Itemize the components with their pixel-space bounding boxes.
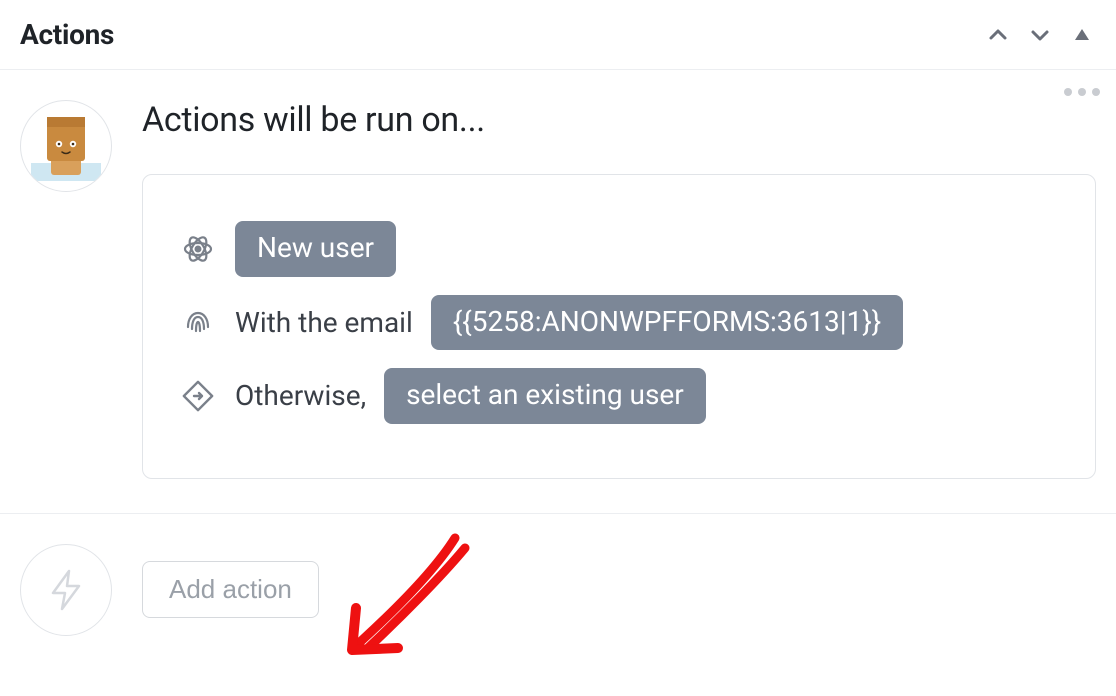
header-title: Actions [20, 18, 114, 51]
trigger-card: New user With the email {{5258:ANONWPFFO… [142, 174, 1096, 479]
trigger-section: Actions will be run on... New user [0, 70, 1116, 514]
more-options-icon[interactable] [1064, 88, 1100, 96]
add-action-section: Add action [0, 514, 1116, 666]
otherwise-row: Otherwise, select an existing user [179, 368, 1059, 424]
add-action-button[interactable]: Add action [142, 561, 319, 618]
diamond-arrow-icon [179, 377, 217, 415]
email-row: With the email {{5258:ANONWPFFORMS:3613|… [179, 295, 1059, 351]
collapse-icon[interactable] [1068, 21, 1096, 49]
email-prefix: With the email [235, 306, 413, 339]
header-controls [984, 21, 1096, 49]
trigger-title: Actions will be run on... [142, 100, 1096, 140]
new-user-row: New user [179, 221, 1059, 277]
lightning-icon [43, 567, 89, 613]
move-up-icon[interactable] [984, 21, 1012, 49]
move-down-icon[interactable] [1026, 21, 1054, 49]
select-existing-user-chip[interactable]: select an existing user [384, 368, 706, 424]
fingerprint-icon [179, 303, 217, 341]
user-avatar [20, 100, 112, 192]
email-token-chip[interactable]: {{5258:ANONWPFFORMS:3613|1}} [431, 295, 903, 351]
action-placeholder-avatar [20, 544, 112, 636]
actions-header: Actions [0, 0, 1116, 70]
atom-icon [179, 230, 217, 268]
avatar-icon [31, 111, 101, 181]
otherwise-prefix: Otherwise, [235, 379, 366, 412]
new-user-chip[interactable]: New user [235, 221, 396, 277]
